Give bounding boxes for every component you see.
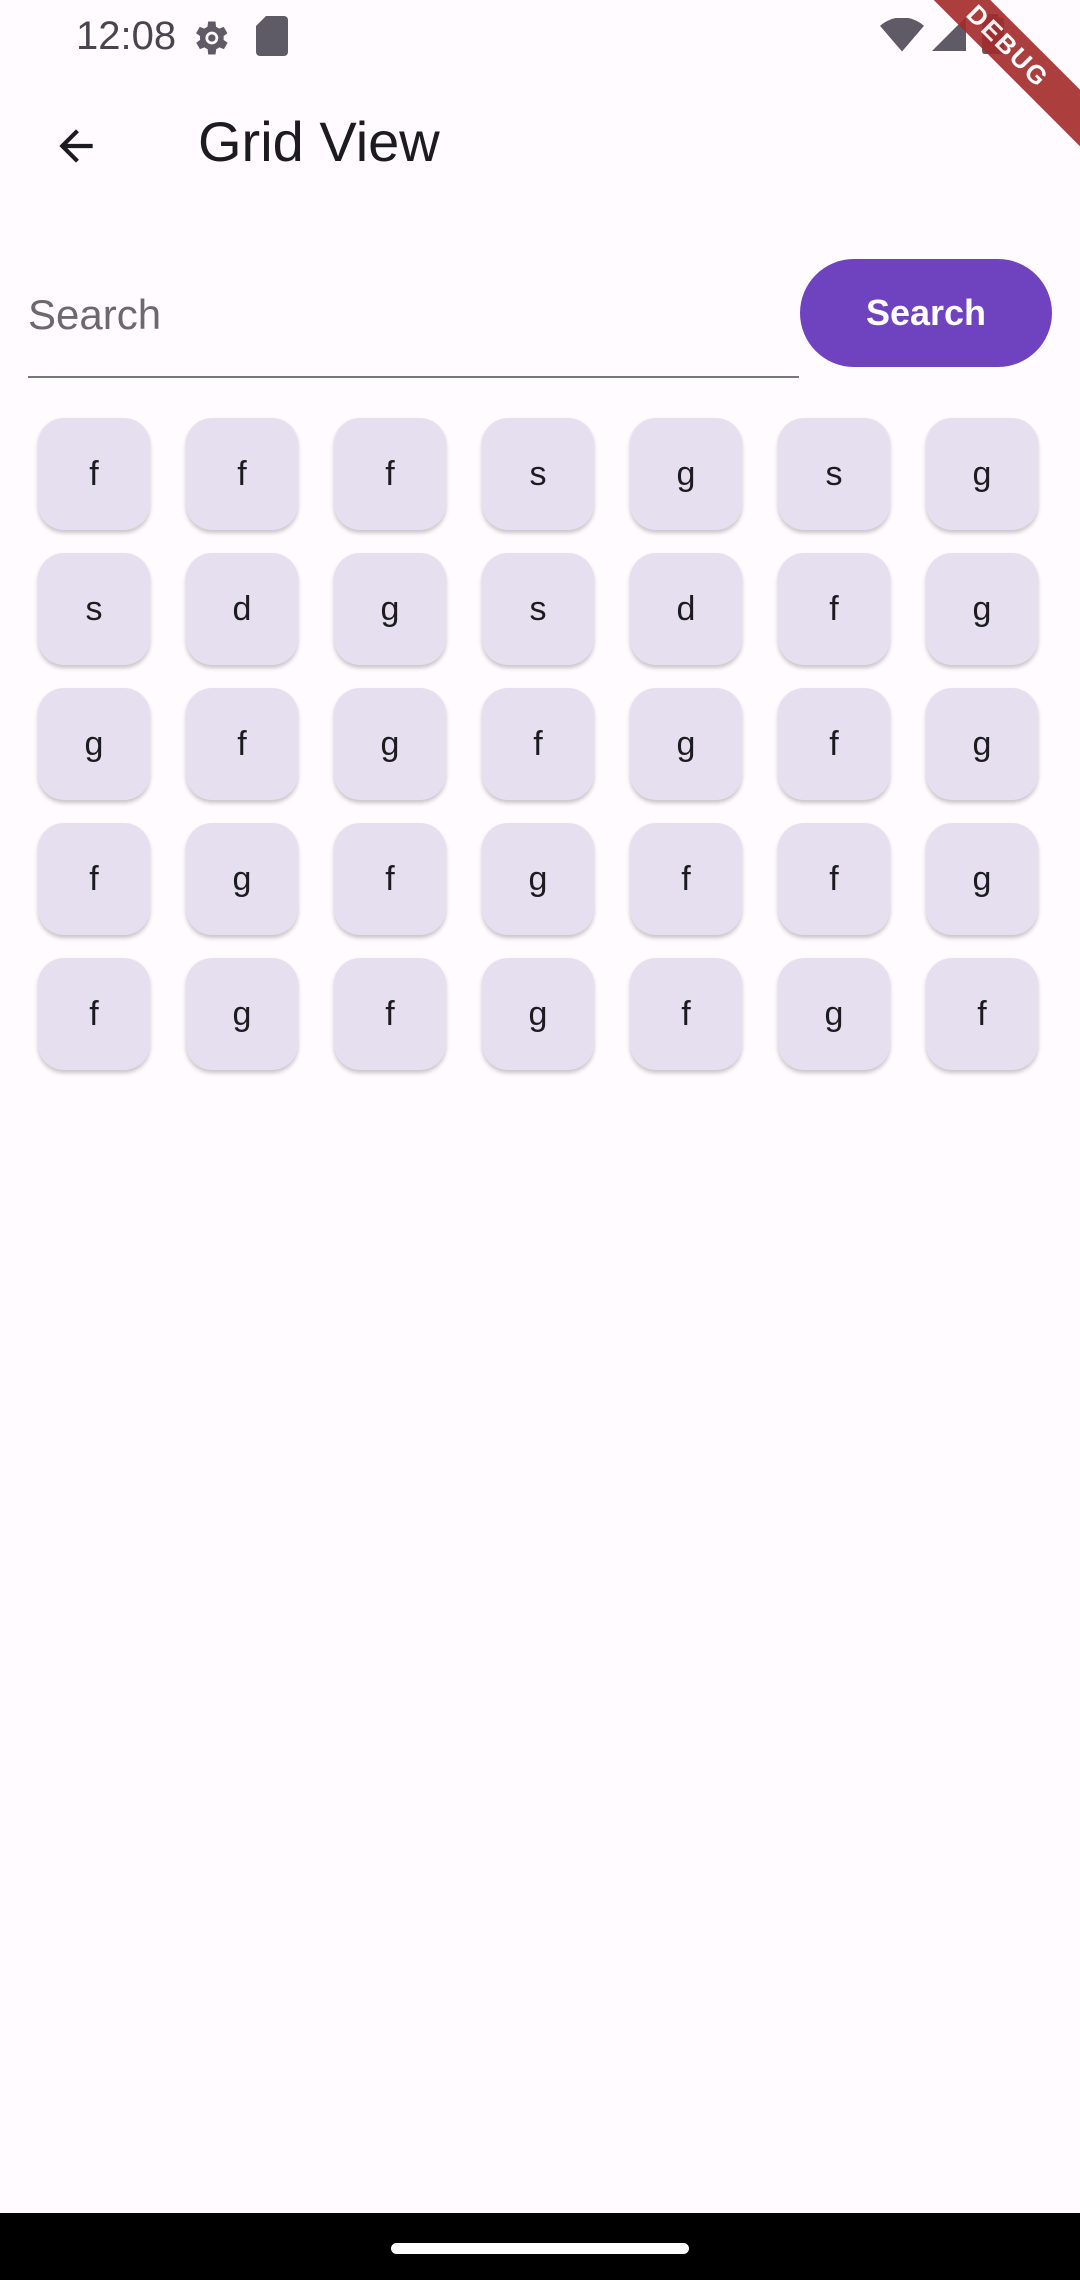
grid-item[interactable]: f (334, 418, 446, 530)
system-navigation-bar (0, 2213, 1080, 2280)
grid-item[interactable]: s (482, 553, 594, 665)
grid-item[interactable]: f (38, 823, 150, 935)
search-button[interactable]: Search (800, 259, 1052, 367)
arrow-back-icon (59, 129, 93, 163)
grid-item[interactable]: f (482, 688, 594, 800)
grid-item[interactable]: f (926, 958, 1038, 1070)
grid-item[interactable]: g (482, 823, 594, 935)
back-button[interactable] (36, 106, 116, 186)
grid-item[interactable]: g (926, 418, 1038, 530)
grid-item[interactable]: s (38, 553, 150, 665)
status-time: 12:08 (76, 14, 177, 58)
grid-item[interactable]: g (778, 958, 890, 1070)
grid-item[interactable]: g (630, 418, 742, 530)
grid-item[interactable]: f (334, 823, 446, 935)
grid-item[interactable]: g (926, 688, 1038, 800)
grid-item[interactable]: f (38, 418, 150, 530)
grid-item[interactable]: g (186, 958, 298, 1070)
status-bar: 12:08 (0, 0, 1080, 72)
search-input[interactable] (28, 280, 799, 350)
grid-item[interactable]: f (334, 958, 446, 1070)
wifi-icon (880, 18, 924, 52)
grid-item[interactable]: f (778, 823, 890, 935)
grid-item[interactable]: g (926, 823, 1038, 935)
grid-item[interactable]: f (186, 688, 298, 800)
sd-card-icon (256, 16, 288, 56)
grid-item[interactable]: g (38, 688, 150, 800)
grid-item[interactable]: f (630, 823, 742, 935)
grid-item[interactable]: s (778, 418, 890, 530)
grid-item[interactable]: g (630, 688, 742, 800)
home-indicator[interactable] (391, 2243, 689, 2254)
grid-item[interactable]: d (186, 553, 298, 665)
app-bar: Grid View (0, 72, 1080, 212)
grid-view: fffsgsgsdgsdfggfgfgfgfgfgffgfgfgfgf (38, 418, 1042, 1070)
grid-item[interactable]: g (186, 823, 298, 935)
search-field[interactable] (28, 258, 799, 378)
page-title: Grid View (198, 110, 440, 173)
grid-item[interactable]: d (630, 553, 742, 665)
grid-item[interactable]: f (38, 958, 150, 1070)
grid-item[interactable]: f (778, 688, 890, 800)
grid-item[interactable]: g (334, 553, 446, 665)
grid-item[interactable]: s (482, 418, 594, 530)
grid-item[interactable]: g (482, 958, 594, 1070)
grid-item[interactable]: f (778, 553, 890, 665)
grid-item[interactable]: f (630, 958, 742, 1070)
grid-item[interactable]: g (926, 553, 1038, 665)
grid-item[interactable]: f (186, 418, 298, 530)
settings-gear-icon (196, 21, 228, 55)
grid-item[interactable]: g (334, 688, 446, 800)
